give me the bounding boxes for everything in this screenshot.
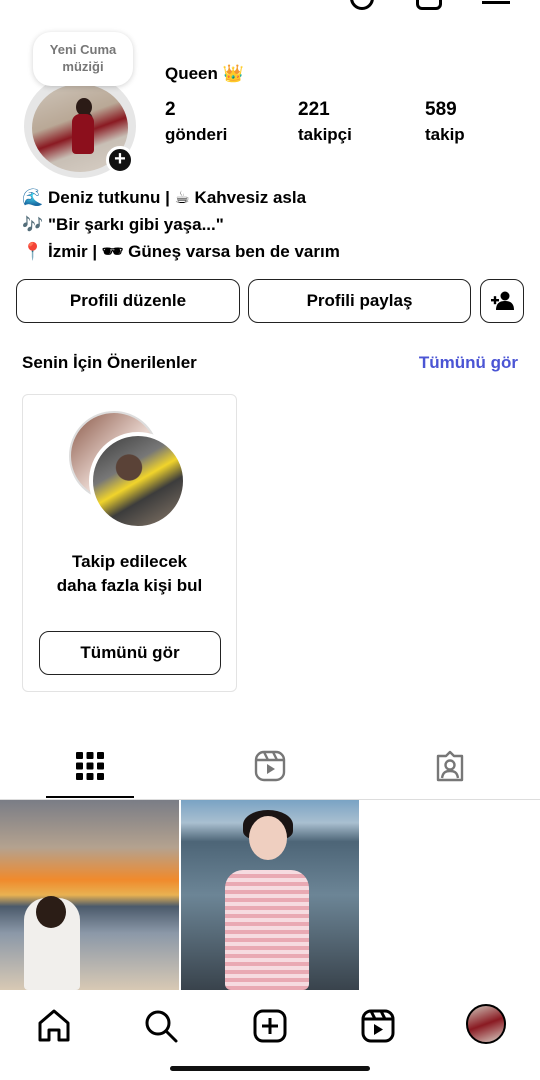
reels-icon[interactable] (358, 1006, 398, 1046)
suggested-avatar-2 (89, 432, 187, 530)
create-icon[interactable] (250, 1006, 290, 1046)
active-tab-indicator (46, 796, 134, 798)
suggestion-card-text: Takip edilecek daha fazla kişi bul (23, 550, 236, 598)
home-icon[interactable] (34, 1006, 74, 1046)
stat-followers[interactable]: 221 takipçi (298, 99, 352, 145)
bio-text-1: Deniz tutkunu | ☕ Kahvesiz asla (48, 188, 307, 207)
wave-icon: 🌊 (22, 188, 44, 207)
suggestions-see-all-link[interactable]: Tümünü gör (419, 353, 518, 373)
bio-text-2: "Bir şarkı gibi yaşa..." (48, 215, 224, 234)
music-notes-icon: 🎶 (22, 215, 44, 234)
location-pin-icon: 📍 (22, 242, 44, 261)
reels-icon (254, 750, 286, 782)
tab-reels[interactable] (180, 740, 360, 800)
profile-bio: 🌊 Deniz tutkunu | ☕ Kahvesiz asla 🎶 "Bir ş… (22, 184, 340, 265)
card-see-all-button[interactable]: Tümünü gör (39, 631, 221, 675)
followers-count: 221 (298, 99, 330, 120)
following-label: takip (425, 125, 465, 144)
stat-posts[interactable]: 2 gönderi (165, 99, 227, 145)
bio-line-1: 🌊 Deniz tutkunu | ☕ Kahvesiz asla (22, 184, 340, 211)
home-indicator (170, 1066, 370, 1071)
search-icon[interactable] (141, 1006, 181, 1046)
suggestions-title: Senin İçin Önerilenler (22, 353, 197, 372)
post-thumbnail-2[interactable] (181, 800, 359, 990)
menu-icon[interactable] (482, 0, 510, 4)
bio-line-3: 📍 İzmir | 🕶 Güneş varsa ben de varım (22, 238, 340, 265)
profile-avatar-nav[interactable] (466, 1004, 506, 1044)
threads-icon[interactable] (350, 0, 374, 10)
bio-text-3: İzmir | 🕶 Güneş varsa ben de varım (48, 242, 340, 261)
tab-tagged[interactable] (360, 740, 540, 800)
card-text-line1: Takip edilecek (72, 552, 187, 571)
grid-icon (76, 752, 104, 780)
top-bar (320, 0, 540, 10)
create-post-icon[interactable] (416, 0, 442, 10)
posts-count: 2 (165, 99, 176, 120)
stat-following[interactable]: 589 takip (425, 99, 465, 145)
tagged-icon (436, 750, 464, 782)
following-count: 589 (425, 99, 457, 120)
note-line1: Yeni Cuma (49, 42, 117, 57)
tab-posts-grid[interactable] (0, 740, 180, 800)
share-profile-button[interactable]: Profili paylaş (248, 279, 471, 323)
discover-people-button[interactable] (480, 279, 524, 323)
followers-label: takipçi (298, 125, 352, 144)
bio-line-2: 🎶 "Bir şarkı gibi yaşa..." (22, 211, 340, 238)
card-text-line2: daha fazla kişi bul (56, 576, 203, 595)
note-line2: müziği (62, 59, 104, 74)
profile-username: Queen 👑 (165, 64, 244, 83)
edit-profile-button[interactable]: Profili düzenle (16, 279, 240, 323)
note-bubble[interactable]: Yeni Cuma müziği (33, 32, 133, 86)
add-story-icon[interactable]: + (106, 146, 134, 174)
profile-avatar[interactable]: + (24, 74, 142, 178)
profile-tabs (0, 740, 540, 800)
add-person-icon (491, 291, 514, 310)
posts-label: gönderi (165, 125, 228, 144)
post-thumbnail-1[interactable] (0, 800, 179, 990)
suggestion-card: Takip edilecek daha fazla kişi bul Tümün… (22, 394, 237, 692)
